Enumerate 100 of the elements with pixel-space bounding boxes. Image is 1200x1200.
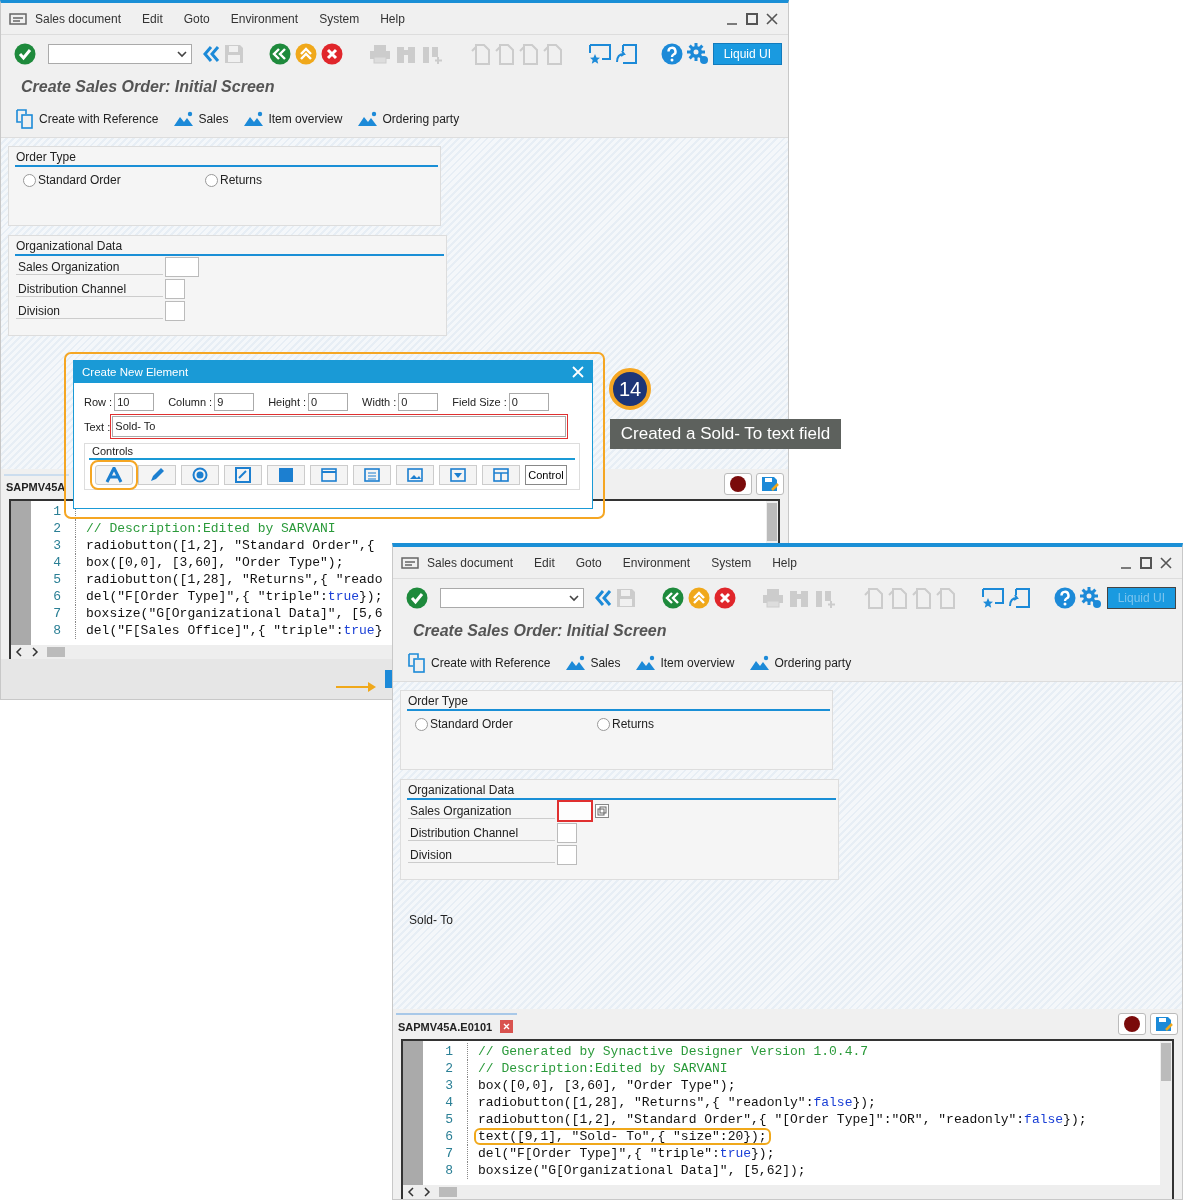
control-button[interactable] <box>353 465 391 485</box>
gear-icon[interactable] <box>1080 587 1102 609</box>
record-button[interactable] <box>1118 1013 1146 1035</box>
nav-button[interactable]: Ordering party <box>358 111 460 127</box>
code-line: boxsize("G[Organizational Data]", [5,6 <box>85 605 384 622</box>
command-field[interactable] <box>440 588 584 608</box>
control-button[interactable]: Control <box>525 465 567 485</box>
menu-item[interactable]: Sales document <box>35 11 122 26</box>
dropdown-caret-icon <box>176 50 187 58</box>
scroll-right-icon[interactable] <box>31 647 39 657</box>
menu-item[interactable]: System <box>711 555 752 570</box>
check-icon[interactable] <box>406 587 428 609</box>
menu-item[interactable]: Goto <box>575 555 602 570</box>
control-button[interactable] <box>396 465 434 485</box>
radio-button[interactable]: Standard Order <box>415 717 597 731</box>
mountain-icon <box>358 111 379 127</box>
radio-button[interactable]: Standard Order <box>23 173 205 187</box>
up-icon[interactable] <box>295 43 318 65</box>
control-button[interactable] <box>181 465 219 485</box>
list-icon <box>363 467 381 483</box>
nav-button[interactable]: Item overview <box>636 655 735 671</box>
nav-button[interactable]: Create with Reference <box>407 653 551 673</box>
group-title: Controls <box>89 444 575 460</box>
menu-item[interactable]: Help <box>380 11 405 26</box>
nav-button[interactable]: Ordering party <box>750 655 852 671</box>
back-icon[interactable] <box>662 587 684 609</box>
control-button[interactable] <box>138 465 176 485</box>
input-field[interactable] <box>557 800 593 822</box>
code-line: del("F[Sales Office]",{ "triple":true} <box>85 622 384 639</box>
save-button[interactable] <box>1150 1013 1178 1035</box>
copy-pages-icon <box>407 653 427 673</box>
menu-icon[interactable] <box>401 555 419 570</box>
control-button[interactable] <box>224 465 262 485</box>
code-line: box([0,0], [3,60], "Order Type"); <box>85 554 345 571</box>
record-button[interactable] <box>724 473 752 495</box>
input-field[interactable] <box>557 823 577 843</box>
code-line: radiobutton([1,2], "Standard Order",{ <box>85 537 376 554</box>
double-chevron-icon[interactable] <box>201 44 220 64</box>
window-arrow-icon[interactable] <box>1008 588 1030 608</box>
input-field[interactable] <box>557 845 577 865</box>
control-button[interactable] <box>310 465 348 485</box>
control-button[interactable] <box>267 465 305 485</box>
group-title: Order Type <box>15 147 438 167</box>
nav-button[interactable]: Create with Reference <box>15 109 159 129</box>
table-icon <box>492 467 510 483</box>
scroll-left-icon[interactable] <box>15 647 23 657</box>
up-icon[interactable] <box>688 587 710 609</box>
close-icon[interactable] <box>1160 556 1172 569</box>
scroll-thumb[interactable] <box>767 503 777 541</box>
menu-icon[interactable] <box>9 11 27 26</box>
scroll-thumb[interactable] <box>47 647 65 657</box>
gear-icon[interactable] <box>686 43 709 65</box>
back-icon[interactable] <box>269 43 292 65</box>
copy-icon[interactable] <box>595 804 609 818</box>
cancel-icon[interactable] <box>321 43 344 65</box>
window-arrow-icon[interactable] <box>614 44 637 64</box>
input-field[interactable]: 10 <box>114 393 155 411</box>
radio-button[interactable]: Returns <box>205 173 387 187</box>
text-label: Sold- To <box>408 912 454 927</box>
input-field[interactable]: 0 <box>508 393 549 411</box>
input-field[interactable]: Sold- To <box>112 416 567 437</box>
help-icon[interactable] <box>660 43 683 65</box>
scroll-thumb[interactable] <box>1161 1043 1171 1081</box>
scroll-left-icon[interactable] <box>407 1187 415 1197</box>
control-button[interactable] <box>439 465 477 485</box>
maximize-icon[interactable] <box>1140 556 1152 569</box>
menu-item[interactable]: Environment <box>622 555 691 570</box>
menu-item[interactable]: Edit <box>142 11 163 26</box>
menu-item[interactable]: System <box>319 11 360 26</box>
input-field[interactable] <box>165 257 199 277</box>
input-field[interactable]: 0 <box>398 393 439 411</box>
save-button[interactable] <box>756 473 784 495</box>
input-field[interactable] <box>165 301 185 321</box>
input-field[interactable]: 0 <box>308 393 349 411</box>
close-icon[interactable] <box>766 12 778 25</box>
nav-button[interactable]: Item overview <box>244 111 343 127</box>
scroll-thumb[interactable] <box>439 1187 457 1197</box>
menu-item[interactable]: Edit <box>534 555 555 570</box>
menu-item[interactable]: Help <box>772 555 797 570</box>
help-icon[interactable] <box>1054 587 1076 609</box>
window-star-icon[interactable] <box>982 588 1004 608</box>
input-field[interactable] <box>165 279 185 299</box>
menu-item[interactable]: Environment <box>230 11 299 26</box>
close-icon[interactable] <box>500 1020 514 1033</box>
nav-button[interactable]: Sales <box>566 655 621 671</box>
input-field[interactable]: 9 <box>214 393 255 411</box>
control-button[interactable] <box>482 465 520 485</box>
scroll-right-icon[interactable] <box>423 1187 431 1197</box>
window-star-icon[interactable] <box>588 44 611 64</box>
mountain-icon <box>244 111 265 127</box>
double-chevron-icon[interactable] <box>594 588 612 608</box>
maximize-icon[interactable] <box>746 12 758 25</box>
check-icon[interactable] <box>14 43 36 65</box>
command-field[interactable] <box>47 44 192 64</box>
menu-item[interactable]: Sales document <box>427 555 514 570</box>
pencil-icon <box>148 467 166 483</box>
nav-button[interactable]: Sales <box>174 111 229 127</box>
radio-button[interactable]: Returns <box>597 717 779 731</box>
cancel-icon[interactable] <box>714 587 736 609</box>
menu-item[interactable]: Goto <box>183 11 210 26</box>
